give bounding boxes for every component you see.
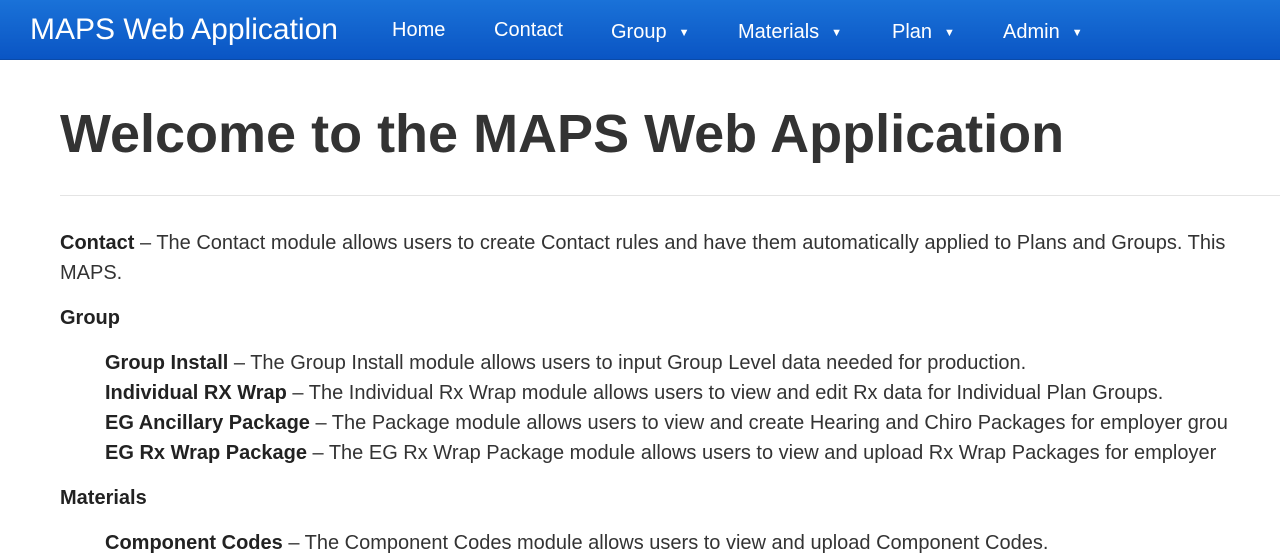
nav-group-label: Group <box>611 21 667 43</box>
group-item: EG Ancillary Package – The Package modul… <box>105 408 1228 438</box>
group-heading: Group <box>60 307 120 329</box>
top-navbar: MAPS Web Application Home Contact Group ▼… <box>0 0 1280 60</box>
group-item-desc: – The EG Rx Wrap Package module allows u… <box>306 442 1217 464</box>
nav-admin-label: Admin <box>1003 21 1060 43</box>
group-item-term: Individual RX Wrap <box>105 382 287 404</box>
page-title: Welcome to the MAPS Web Application <box>60 104 1065 164</box>
title-divider <box>60 195 1280 196</box>
caret-down-icon: ▼ <box>1071 27 1083 39</box>
contact-description: Contact – The Contact module allows user… <box>60 228 1225 258</box>
group-item-term: EG Rx Wrap Package <box>105 442 307 464</box>
caret-down-icon: ▼ <box>678 27 690 39</box>
materials-heading: Materials <box>60 487 147 509</box>
nav-home-label: Home <box>392 19 446 41</box>
contact-term: Contact <box>60 232 135 254</box>
nav-contact[interactable]: Contact <box>494 0 563 60</box>
group-item-desc: – The Group Install module allows users … <box>228 352 1027 374</box>
brand-link[interactable]: MAPS Web Application <box>30 0 338 60</box>
nav-materials-label: Materials <box>738 21 820 43</box>
caret-down-icon: ▼ <box>831 27 843 39</box>
materials-item-desc: – The Component Codes module allows user… <box>282 532 1049 554</box>
group-item: Individual RX Wrap – The Individual Rx W… <box>105 378 1163 408</box>
nav-materials-dropdown[interactable]: Materials ▼ <box>738 2 842 62</box>
contact-desc-line2: MAPS. <box>60 262 123 284</box>
contact-description-cont: MAPS. <box>60 258 122 288</box>
nav-group-dropdown[interactable]: Group ▼ <box>611 2 689 62</box>
nav-admin-dropdown[interactable]: Admin ▼ <box>1003 2 1083 62</box>
caret-down-icon: ▼ <box>944 27 955 39</box>
group-item: Group Install – The Group Install module… <box>105 348 1026 378</box>
nav-plan-label: Plan <box>892 21 933 43</box>
group-item-term: EG Ancillary Package <box>105 412 310 434</box>
materials-item-term: Component Codes <box>105 532 283 554</box>
materials-item: Component Codes – The Component Codes mo… <box>105 528 1048 558</box>
group-item-desc: – The Package module allows users to vie… <box>309 412 1228 434</box>
group-item-desc: – The Individual Rx Wrap module allows u… <box>286 382 1164 404</box>
nav-home[interactable]: Home <box>392 0 445 60</box>
nav-plan-dropdown[interactable]: Plan ▼ <box>892 2 955 62</box>
group-item-term: Group Install <box>105 352 229 374</box>
contact-desc-line1: – The Contact module allows users to cre… <box>134 232 1226 254</box>
group-item: EG Rx Wrap Package – The EG Rx Wrap Pack… <box>105 438 1216 468</box>
nav-contact-label: Contact <box>494 19 563 41</box>
